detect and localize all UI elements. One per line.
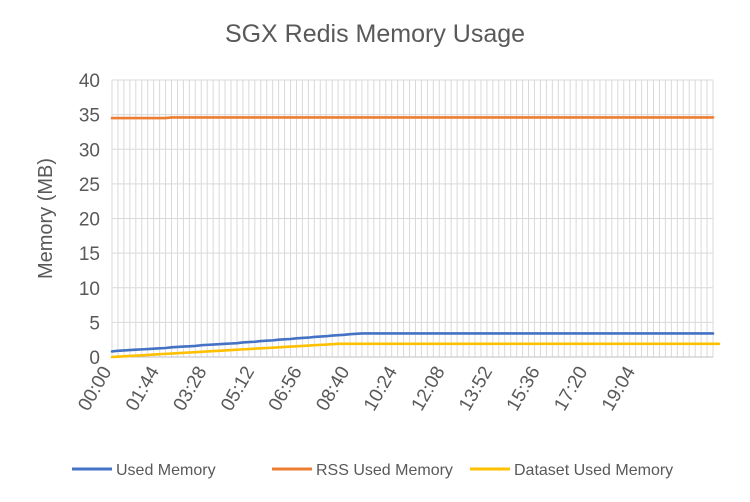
y-tick-label: 20 — [79, 210, 100, 231]
y-tick-label: 5 — [89, 313, 100, 334]
x-tick-label: 03:28 — [170, 363, 212, 415]
x-tick-label: 15:36 — [503, 363, 545, 415]
x-tick-label: 08:40 — [312, 363, 354, 415]
y-tick-label: 30 — [79, 140, 100, 161]
grid-layer — [111, 79, 714, 358]
chart-container: SGX Redis Memory Usage 0 5 10 15 20 25 30 35 40 0… — [0, 0, 750, 502]
y-tick-label: 15 — [79, 244, 100, 265]
legend-label: RSS Used Memory — [316, 462, 453, 479]
chart-svg: 051015202530354000:00 01:44 03:28 05:12 06:5… — [35, 71, 721, 479]
y-tick-label: 40 — [79, 71, 100, 92]
x-tick-label: 12:08 — [408, 363, 450, 415]
legend-layer: Used Memory RSS Used Memory Dataset Used M… — [72, 462, 673, 479]
x-tick-label: 19:04 — [598, 363, 640, 415]
y-tick-label: 25 — [79, 175, 100, 196]
legend-label: Dataset Used Memory — [514, 462, 673, 479]
axis-layer: 051015202530354000:00 01:44 03:28 05:12 06:5… — [74, 71, 713, 415]
x-tick-label: 05:12 — [217, 363, 259, 415]
y-axis-label-layer: Memory (MB) — [35, 158, 57, 279]
x-tick-label: 13:52 — [455, 363, 497, 415]
y-tick-label: 10 — [79, 279, 100, 300]
x-tick-label: 01:44 — [122, 363, 164, 415]
series-line — [110, 332, 715, 353]
legend-label: Used Memory — [116, 462, 216, 479]
series-line — [110, 116, 715, 120]
x-tick-label: 00:00 — [74, 363, 116, 415]
y-axis-label: Memory (MB) — [35, 158, 57, 279]
y-tick-label: 35 — [79, 106, 100, 127]
x-tick-label: 17:20 — [550, 363, 592, 415]
x-tick-label: 06:56 — [265, 363, 307, 415]
x-tick-label: 10:24 — [360, 363, 402, 415]
